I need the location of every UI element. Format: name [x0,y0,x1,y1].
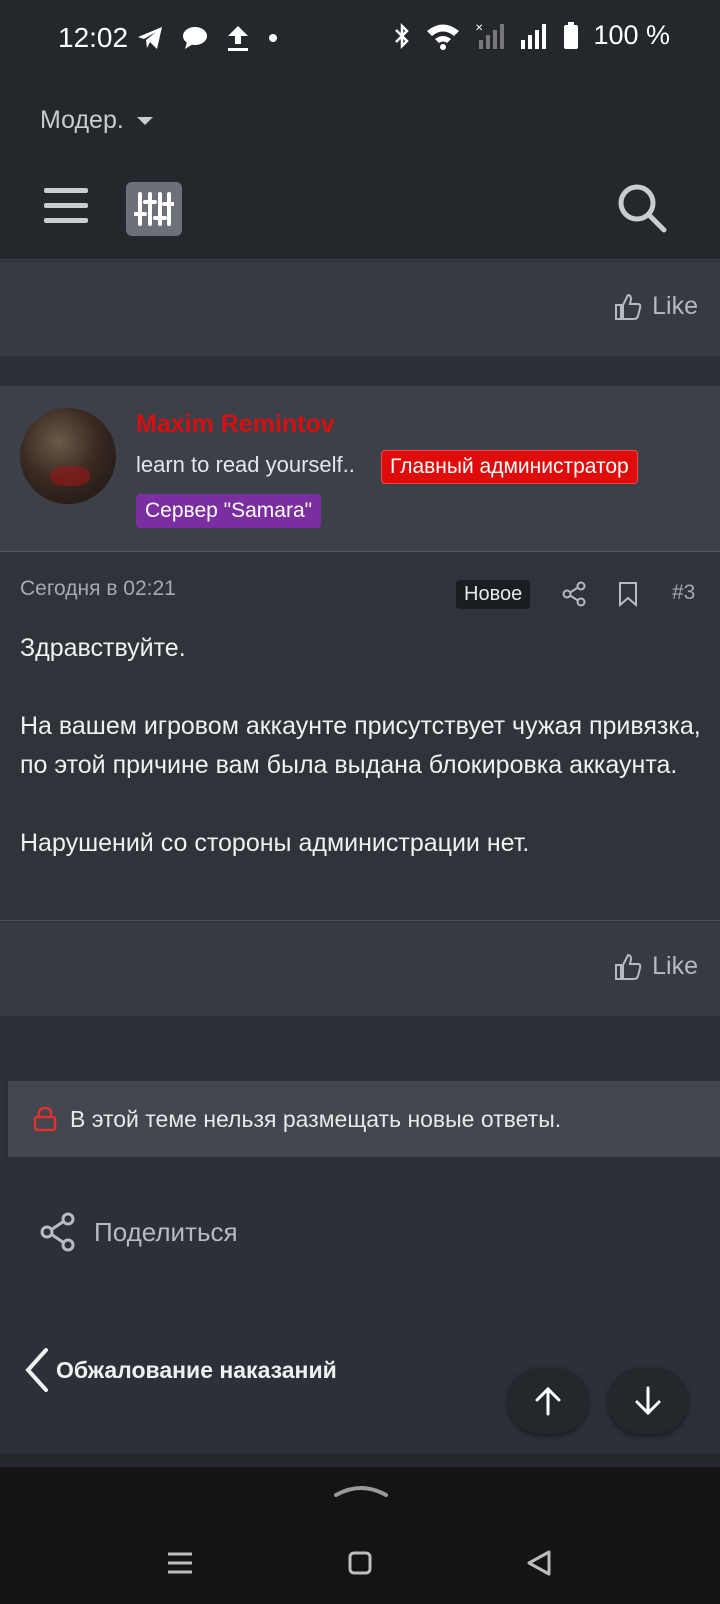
telegram-icon [138,27,162,49]
thumbs-up-icon [615,953,642,980]
status-time: 12:02 [58,22,129,53]
menu-button[interactable] [44,188,88,224]
post-body: Сегодня в 02:21 Новое #3 Здравствуйте. Н… [0,553,720,921]
post-message: Здравствуйте. На вашем игровом аккаунте … [20,629,710,902]
post-author-block: Maxim Remintov learn to read yourself.. … [0,386,720,552]
post-footer: Like [0,922,720,1016]
menu-icon-bar [44,203,88,208]
share-label: Поделиться [94,1216,238,1247]
like-button[interactable]: Like [614,292,698,321]
status-system-icons: ✕ 100 % [393,20,670,51]
scroll-down-button[interactable] [608,1368,688,1434]
signal-full-icon [521,23,547,49]
upload-icon [228,26,248,51]
dot-icon [269,34,277,42]
status-notification-icons [136,24,278,52]
avatar[interactable] [20,408,116,504]
role-badge: Главный администратор [381,450,638,484]
battery-percent: 100 % [593,20,670,50]
chevron-left-icon [25,1348,48,1392]
like-button[interactable]: Like [614,952,698,981]
app-header: Модер. [0,80,720,260]
share-icon[interactable] [562,581,586,607]
author-name[interactable]: Maxim Remintov [136,410,335,439]
like-label: Like [652,952,698,980]
post-paragraph: Нарушений со стороны администрации нет. [20,829,530,857]
caret-down-icon [136,116,153,125]
bluetooth-icon [395,22,410,49]
scroll-up-button[interactable] [508,1368,588,1434]
recent-apps-icon[interactable] [166,1551,194,1575]
post-paragraph: На вашем игровом аккаунте присутствует ч… [20,712,701,779]
search-icon [618,184,667,233]
post-paragraph: Здравствуйте. [20,634,186,662]
new-badge: Новое [456,580,531,609]
author-user-title: learn to read yourself.. [136,452,355,477]
arrow-up-icon [535,1386,561,1416]
thumbs-up-icon [615,293,642,320]
status-bar: 12:02 ✕ 100 % [0,0,720,80]
arrow-down-icon [635,1386,661,1416]
moderator-dropdown[interactable]: Модер. [40,106,154,135]
post-date[interactable]: Сегодня в 02:21 [20,577,176,601]
thread-locked-notice: В этой теме нельзя размещать новые ответ… [4,1081,720,1157]
message-icon [183,27,207,49]
menu-icon-bar [44,188,88,193]
post-number[interactable]: #3 [672,581,695,605]
lock-icon [33,1106,57,1132]
chevron-up-handle-icon[interactable] [334,1481,388,1497]
filter-button[interactable] [126,182,182,236]
share-icon [40,1212,75,1252]
moderator-dropdown-label: Модер. [40,106,124,134]
share-thread-button[interactable]: Поделиться [40,1212,238,1252]
breadcrumb-label: Обжалование наказаний [56,1356,337,1383]
breadcrumb-back-link[interactable]: Обжалование наказаний [24,1348,337,1392]
locked-notice-text: В этой теме нельзя размещать новые ответ… [70,1105,562,1132]
filter-icon [134,192,174,226]
like-label: Like [652,292,698,320]
signal-empty-icon: ✕ [475,23,505,49]
svg-text:✕: ✕ [475,23,483,34]
back-icon[interactable] [526,1549,552,1577]
battery-icon [564,21,579,49]
home-icon[interactable] [348,1551,372,1575]
server-badge: Сервер "Samara" [136,494,322,528]
wifi-icon [427,24,460,50]
system-navigation-bar [0,1467,720,1604]
previous-post-footer: Like [0,262,720,356]
menu-icon-bar [44,218,88,223]
search-button[interactable] [616,182,668,234]
page-footer-strip [0,1453,720,1467]
bookmark-icon[interactable] [618,581,638,607]
